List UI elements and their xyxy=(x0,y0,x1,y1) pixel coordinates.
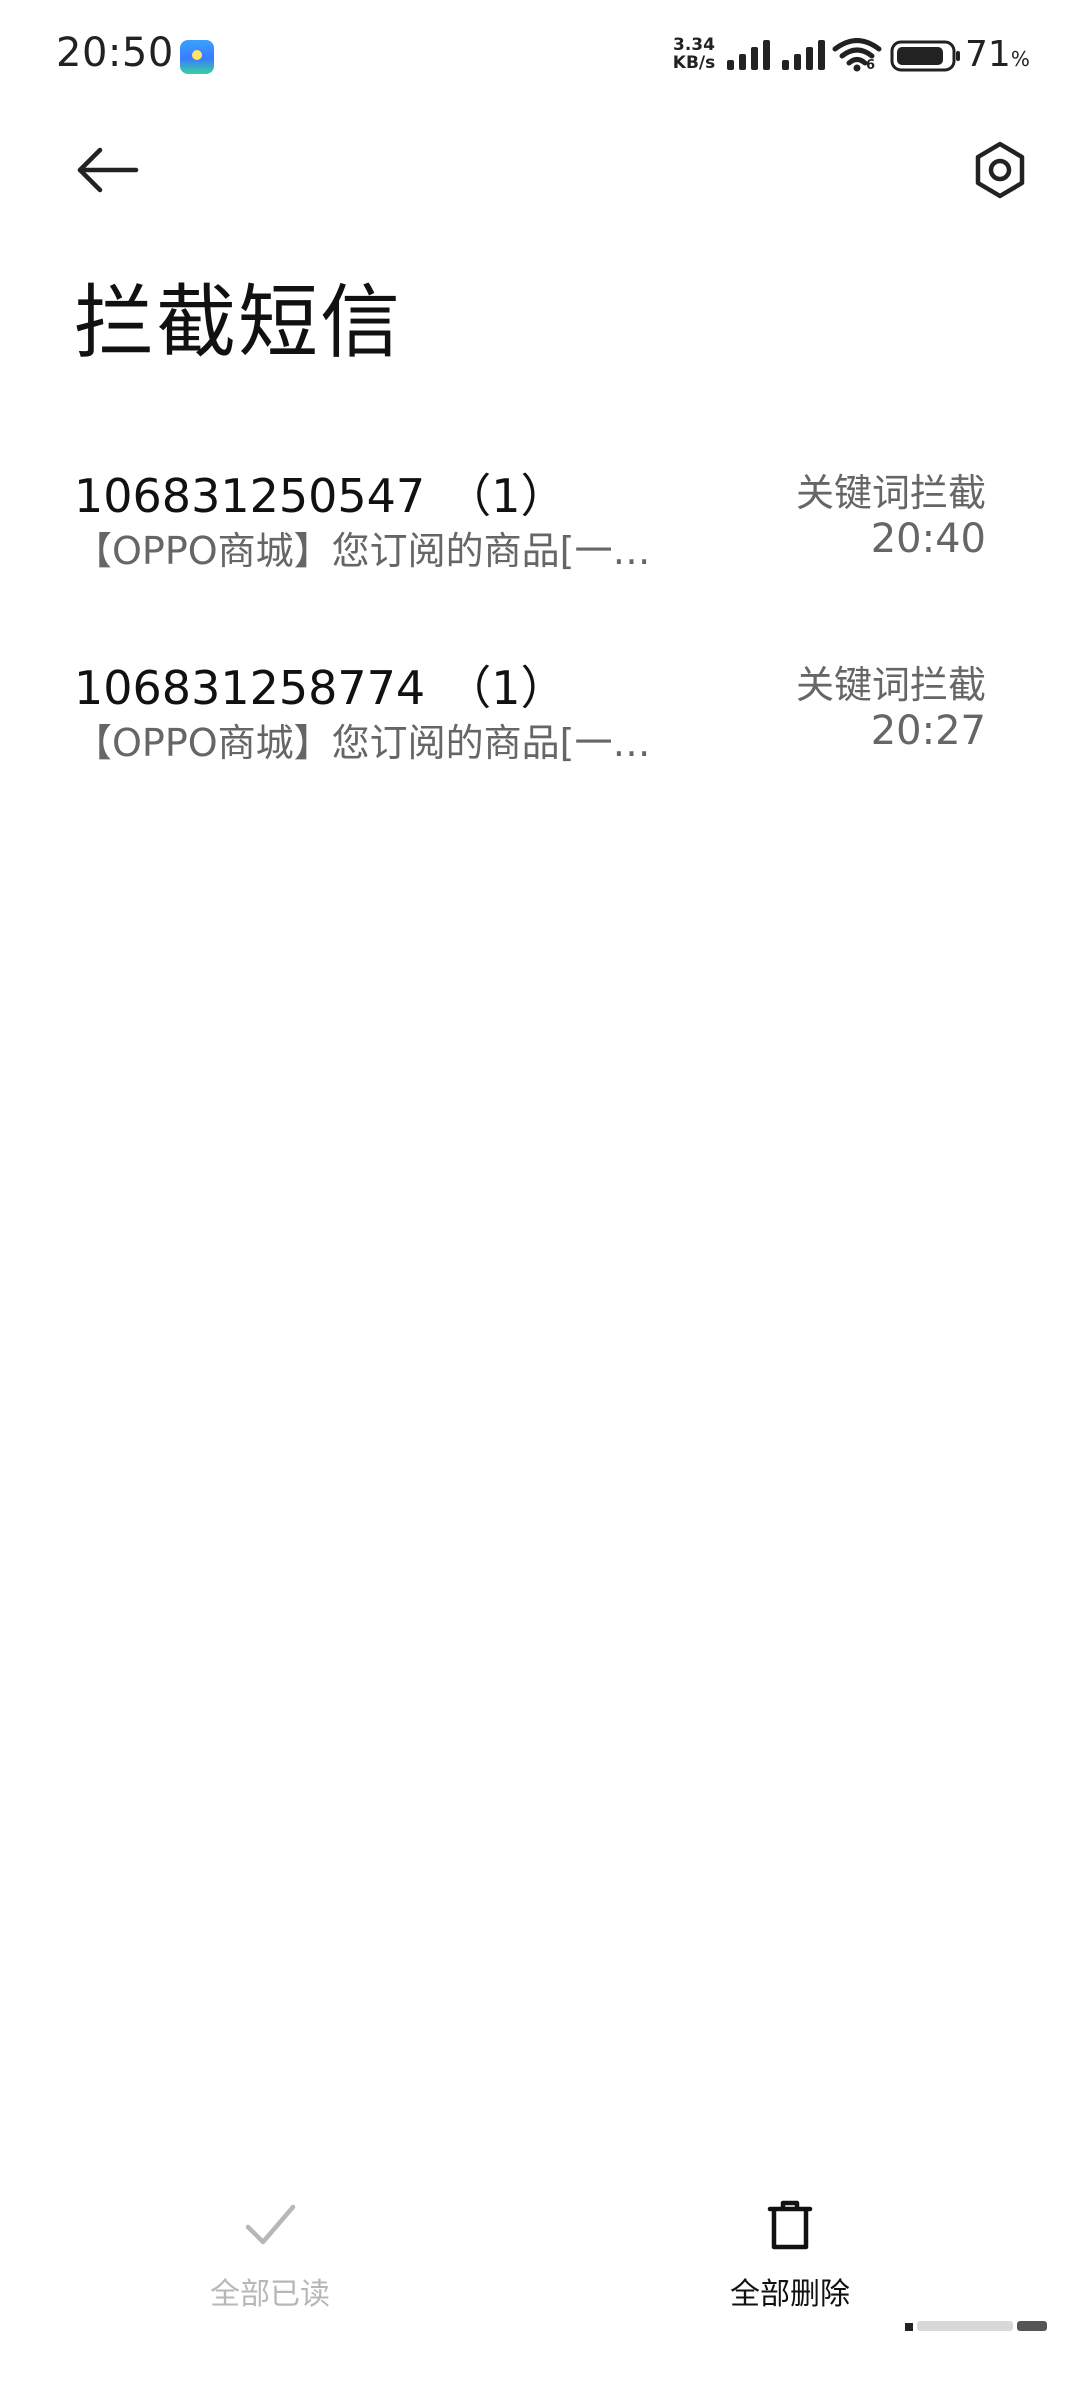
delete-all-button[interactable]: 全部删除 xyxy=(640,2195,940,2325)
battery-level-value: 71 xyxy=(965,34,1011,75)
wifi-badge: 6 xyxy=(866,58,876,73)
settings-icon xyxy=(975,141,1025,199)
block-reason: 关键词拦截 xyxy=(795,471,986,515)
network-speed: 3.34 KB/s xyxy=(668,36,720,72)
status-time: 20:50 xyxy=(56,30,174,76)
battery-unit: % xyxy=(1010,47,1030,71)
check-icon xyxy=(245,2204,296,2245)
signal-icon xyxy=(782,40,825,70)
message-count: （1） xyxy=(445,469,567,523)
blocked-message-list: 106831250547 （1） 【OPPO商城】您订阅的商品[一… 关键词拦截 … xyxy=(0,440,1080,824)
block-reason: 关键词拦截 xyxy=(795,663,986,707)
sender-number: 106831250547 xyxy=(74,469,426,523)
mark-all-read-label: 全部已读 xyxy=(210,2277,330,2312)
bottom-action-bar: 全部已读 全部删除 xyxy=(0,2195,1080,2325)
network-speed-value: 3.34 xyxy=(673,35,715,55)
settings-button[interactable] xyxy=(960,130,1040,210)
message-count: （1） xyxy=(445,661,567,715)
trash-icon xyxy=(767,2200,813,2250)
app-notification-icon xyxy=(180,40,214,74)
sender-number: 106831258774 xyxy=(74,661,426,715)
message-sender: 106831250547 （1） xyxy=(74,460,566,526)
delete-all-label: 全部删除 xyxy=(730,2277,850,2312)
mark-all-read-button[interactable]: 全部已读 xyxy=(120,2195,420,2325)
message-time: 20:27 xyxy=(870,708,986,754)
message-item[interactable]: 106831258774 （1） 【OPPO商城】您订阅的商品[一… 关键词拦截 … xyxy=(0,632,1080,824)
message-time: 20:40 xyxy=(870,516,986,562)
network-speed-unit: KB/s xyxy=(672,53,716,73)
status-bar: 20:50 3.34 KB/s 6 71% xyxy=(0,0,1080,110)
back-arrow-icon xyxy=(77,147,139,193)
page-title: 拦截短信 xyxy=(74,276,402,369)
message-sender: 106831258774 （1） xyxy=(74,652,566,718)
message-item[interactable]: 106831250547 （1） 【OPPO商城】您订阅的商品[一… 关键词拦截 … xyxy=(0,440,1080,632)
message-preview: 【OPPO商城】您订阅的商品[一… xyxy=(74,529,651,573)
message-preview: 【OPPO商城】您订阅的商品[一… xyxy=(74,721,651,765)
battery-icon xyxy=(890,40,960,72)
battery-level: 71% xyxy=(965,34,1030,75)
back-button[interactable] xyxy=(66,130,146,210)
gesture-handle[interactable] xyxy=(905,2318,1055,2334)
signal-icon xyxy=(727,40,770,70)
